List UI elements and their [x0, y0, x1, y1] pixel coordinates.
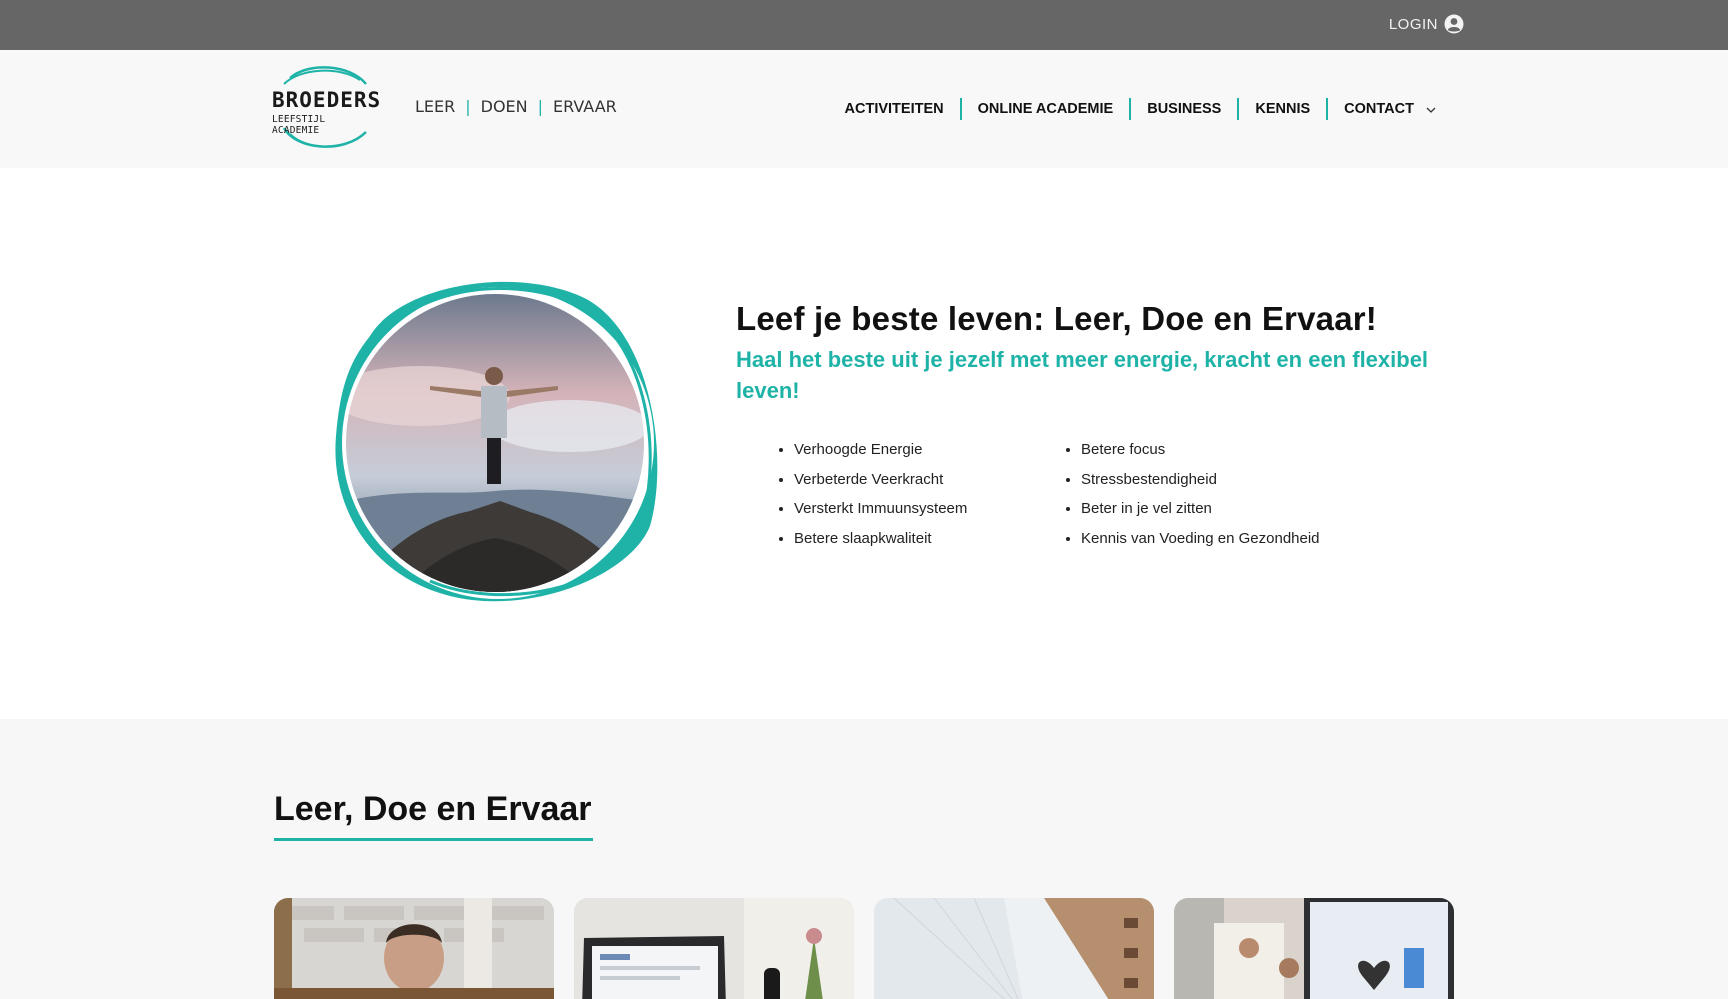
tagline-doen: DOEN: [480, 97, 528, 116]
tagline-separator: |: [537, 97, 544, 116]
list-item: Kennis van Voeding en Gezondheid: [1081, 529, 1320, 559]
list-item: Versterkt Immuunsysteem: [794, 499, 967, 529]
card-image: [574, 898, 854, 999]
logo[interactable]: BROEDERS LEEFSTIJL ACADEMIE: [270, 66, 382, 150]
tagline-separator: |: [465, 97, 471, 116]
list-item: Stressbestendigheid: [1081, 470, 1320, 500]
section-leer-doe-ervaar: [0, 719, 1728, 999]
nav-item-activiteiten[interactable]: ACTIVITEITEN: [829, 101, 960, 117]
section-title-underline: [274, 838, 593, 841]
tagline-leer: LEER: [415, 97, 456, 116]
card-image: [274, 898, 554, 999]
hero-title: Leef je beste leven: Leer, Doe en Ervaar…: [736, 300, 1377, 337]
benefits-list-right: Betere focus Stressbestendigheid Beter i…: [1081, 440, 1320, 558]
list-item: Verhoogde Energie: [794, 440, 967, 470]
nav-item-kennis[interactable]: KENNIS: [1239, 101, 1326, 117]
list-item: Betere focus: [1081, 440, 1320, 470]
top-bar: LOGIN: [0, 0, 1728, 50]
main-nav: ACTIVITEITEN ONLINE ACADEMIE BUSINESS KE…: [829, 98, 1452, 120]
user-circle-icon: [1444, 14, 1464, 34]
card-image: [874, 898, 1154, 999]
list-item: Verbeterde Veerkracht: [794, 470, 967, 500]
card-ice-bath[interactable]: [274, 898, 554, 999]
list-item: Betere slaapkwaliteit: [794, 529, 967, 559]
benefits-list-left: Verhoogde Energie Verbeterde Veerkracht …: [794, 440, 967, 558]
chevron-down-icon: [1426, 101, 1436, 117]
login-link[interactable]: LOGIN: [1389, 14, 1464, 34]
logo-brand: BROEDERS: [272, 88, 382, 112]
site-header: BROEDERS LEEFSTIJL ACADEMIE LEER | DOEN …: [0, 50, 1728, 168]
nav-item-business[interactable]: BUSINESS: [1131, 101, 1237, 117]
nav-item-contact-label: CONTACT: [1344, 100, 1414, 117]
hero-subtitle: Haal het beste uit je jezelf met meer en…: [736, 347, 1429, 403]
section-title: Leer, Doe en Ervaar: [274, 790, 592, 828]
card-online-academie[interactable]: [574, 898, 854, 999]
card-kennis[interactable]: [1174, 898, 1454, 999]
list-item: Beter in je vel zitten: [1081, 499, 1320, 529]
nav-item-online-academie[interactable]: ONLINE ACADEMIE: [962, 101, 1130, 117]
hero-image: [330, 276, 668, 610]
nav-item-contact[interactable]: CONTACT: [1328, 101, 1452, 117]
card-image: [1174, 898, 1454, 999]
logo-subtitle: LEEFSTIJL ACADEMIE: [272, 114, 326, 136]
tagline: LEER | DOEN | ERVAAR: [415, 97, 617, 116]
login-label: LOGIN: [1388, 15, 1438, 33]
card-business[interactable]: [874, 898, 1154, 999]
tagline-ervaar: ERVAAR: [553, 97, 617, 116]
